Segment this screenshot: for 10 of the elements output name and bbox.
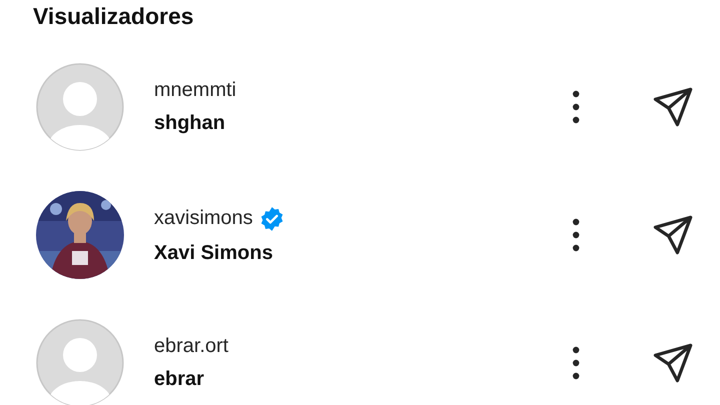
username[interactable]: ebrar.ort: [154, 335, 228, 358]
more-options-button[interactable]: [570, 89, 582, 125]
section-title: Visualizadores: [33, 2, 195, 31]
more-options-button[interactable]: [570, 345, 582, 381]
full-name: Xavi Simons: [154, 242, 274, 264]
username[interactable]: mnemmti: [154, 79, 236, 102]
full-name: ebrar: [154, 368, 206, 391]
full-name: shghan: [154, 112, 226, 135]
more-options-button[interactable]: [570, 217, 582, 253]
username[interactable]: xavisimons: [154, 207, 253, 230]
